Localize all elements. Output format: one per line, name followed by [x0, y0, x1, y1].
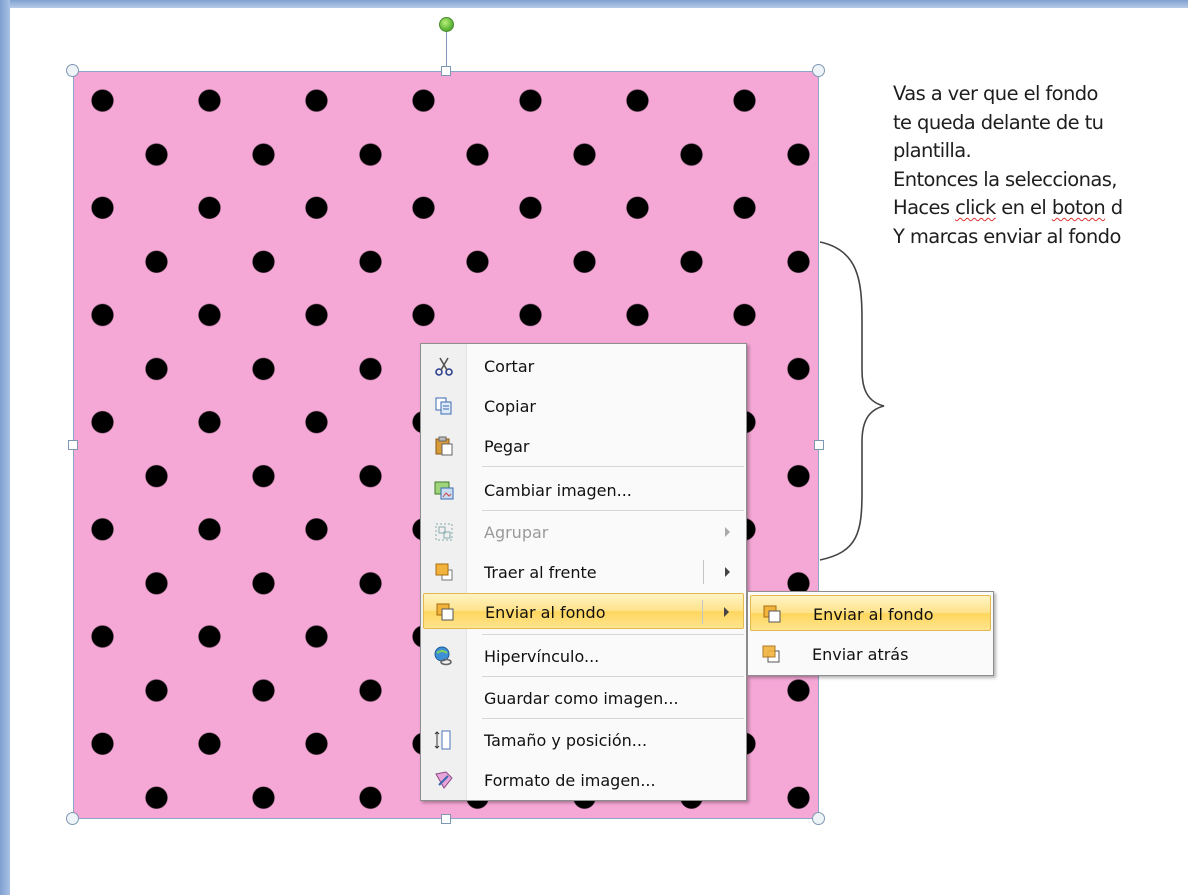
- menu-item-label: Hipervínculo...: [484, 647, 600, 666]
- submenu-arrow-icon: [725, 527, 730, 537]
- send-to-back-submenu: Enviar al fondo Enviar atrás: [747, 591, 994, 676]
- menu-item-cortar[interactable]: Cortar: [423, 348, 744, 384]
- submenu-arrow-icon[interactable]: [725, 567, 730, 577]
- menu-separator: [482, 718, 744, 719]
- menu-item-label: Enviar atrás: [812, 645, 909, 664]
- menu-item-label: Enviar al fondo: [485, 603, 606, 622]
- format-picture-icon: [435, 771, 453, 789]
- menu-item-traer-al-frente[interactable]: Traer al frente: [423, 554, 744, 590]
- window-top-border: [0, 0, 1188, 8]
- send-to-back-icon: [436, 603, 454, 621]
- bring-to-front-icon: [435, 563, 453, 581]
- menu-item-copiar[interactable]: Copiar: [423, 388, 744, 424]
- instruction-line: Y marcas enviar al fondo: [893, 224, 1121, 248]
- instruction-line: te queda delante de tu: [893, 110, 1104, 134]
- paste-icon: [435, 436, 453, 456]
- spelling-flagged-word: click: [955, 196, 996, 219]
- split-divider: [702, 600, 703, 624]
- resize-handle-top-left[interactable]: [66, 64, 79, 77]
- hyperlink-icon: [434, 646, 452, 666]
- menu-item-label: Copiar: [484, 397, 536, 416]
- menu-item-enviar-al-fondo[interactable]: Enviar al fondo: [423, 593, 744, 629]
- instruction-line: Entonces la seleccionas,: [893, 167, 1117, 191]
- menu-separator: [482, 634, 744, 635]
- resize-handle-top-right[interactable]: [812, 64, 825, 77]
- instruction-line: Haces click en el boton d: [893, 194, 1188, 223]
- instruction-line: Vas a ver que el fondo: [893, 82, 1098, 105]
- size-position-icon: [434, 730, 451, 750]
- menu-item-formato-de-imagen[interactable]: Formato de imagen...: [423, 762, 744, 798]
- menu-item-pegar[interactable]: Pegar: [423, 428, 744, 464]
- menu-item-tamano-y-posicion[interactable]: Tamaño y posición...: [423, 722, 744, 758]
- menu-item-label: Cambiar imagen...: [484, 481, 632, 500]
- submenu-item-enviar-atras[interactable]: Enviar atrás: [750, 636, 991, 672]
- curly-brace-shape[interactable]: [818, 240, 898, 565]
- instruction-text: Vas a ver que el fondo te queda delante …: [893, 80, 1188, 251]
- menu-item-label: Agrupar: [484, 523, 549, 542]
- submenu-arrow-icon[interactable]: [724, 607, 729, 617]
- resize-handle-bottom-right[interactable]: [812, 812, 825, 825]
- menu-separator: [482, 466, 744, 467]
- menu-item-label: Pegar: [484, 437, 530, 456]
- window-left-border: [0, 0, 10, 895]
- rotation-handle[interactable]: [439, 17, 454, 32]
- menu-separator: [482, 676, 744, 677]
- resize-handle-bottom[interactable]: [441, 814, 451, 824]
- menu-item-guardar-como-imagen[interactable]: Guardar como imagen...: [423, 680, 744, 716]
- resize-handle-bottom-left[interactable]: [66, 812, 79, 825]
- text-fragment: en el: [995, 196, 1052, 219]
- instruction-line: plantilla.: [893, 139, 972, 162]
- spelling-flagged-word: boton: [1051, 196, 1106, 219]
- menu-item-label: Traer al frente: [484, 563, 597, 582]
- menu-item-label: Enviar al fondo: [813, 605, 934, 624]
- menu-item-agrupar[interactable]: Agrupar: [423, 514, 744, 550]
- submenu-item-enviar-al-fondo[interactable]: Enviar al fondo: [750, 595, 991, 631]
- text-fragment: Haces: [893, 196, 956, 219]
- split-divider: [703, 560, 704, 584]
- resize-handle-top[interactable]: [441, 66, 451, 76]
- menu-item-hipervinculo[interactable]: Hipervínculo...: [423, 638, 744, 674]
- context-menu: Cortar Copiar Pegar Cambiar imagen... Ag…: [420, 343, 747, 801]
- menu-item-label: Tamaño y posición...: [484, 731, 648, 750]
- change-picture-icon: [434, 481, 454, 500]
- send-backward-icon: [762, 645, 780, 663]
- send-to-back-icon: [763, 605, 781, 623]
- menu-item-cambiar-imagen[interactable]: Cambiar imagen...: [423, 472, 744, 508]
- rotation-connector: [446, 29, 447, 71]
- menu-separator: [482, 510, 744, 511]
- group-icon: [435, 523, 453, 541]
- menu-item-label: Formato de imagen...: [484, 771, 656, 790]
- menu-item-label: Cortar: [484, 357, 535, 376]
- menu-item-label: Guardar como imagen...: [484, 689, 679, 708]
- copy-icon: [435, 397, 452, 415]
- resize-handle-left[interactable]: [68, 440, 78, 450]
- scissors-icon: [435, 357, 453, 376]
- text-fragment: d: [1105, 196, 1123, 219]
